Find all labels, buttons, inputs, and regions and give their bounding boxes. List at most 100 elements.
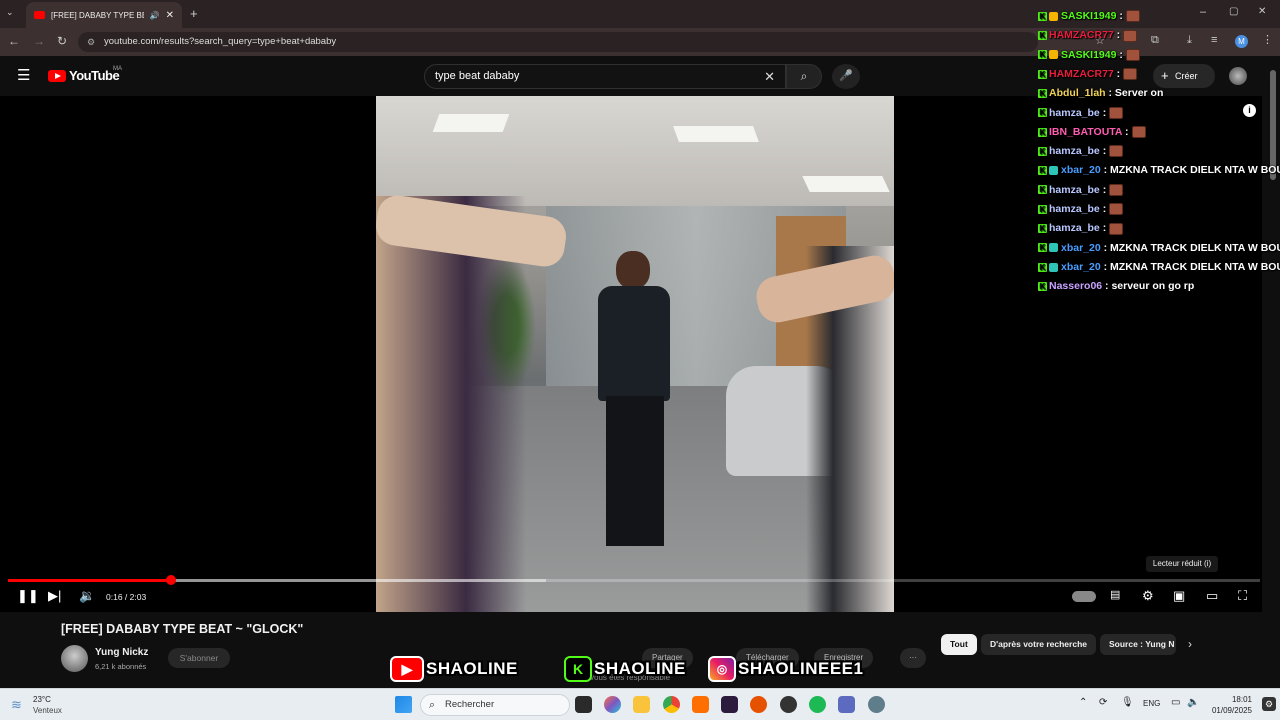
- chat-message: K HAMZACR77 :: [1038, 65, 1280, 83]
- search-button[interactable]: ⌕: [786, 64, 822, 89]
- next-video-icon[interactable]: ▶|: [48, 588, 61, 604]
- app-icon-a[interactable]: [692, 696, 709, 713]
- chat-username: Abdul_1lah: [1049, 87, 1106, 100]
- banner-kick-name: SHAOLINE: [594, 659, 686, 678]
- chat-text: :: [1122, 125, 1129, 138]
- banner-instagram-name: SHAOLINEEE1: [738, 659, 864, 678]
- chat-text: :: [1113, 67, 1121, 80]
- stream-social-banner: ▶ SHAOLINE K SHAOLINE ◎ SHAOLINEEE1: [386, 655, 894, 685]
- tab-close-icon[interactable]: ✕: [166, 10, 174, 21]
- hamburger-menu-icon[interactable]: ☰: [17, 66, 30, 84]
- firefox-icon[interactable]: [750, 696, 767, 713]
- subscriber-count: 6,21 k abonnés: [95, 662, 147, 671]
- voice-search-button[interactable]: 🎤: [832, 64, 860, 89]
- tab-search-icon[interactable]: ⌄: [6, 7, 14, 18]
- forward-icon[interactable]: →: [33, 34, 45, 48]
- channel-name[interactable]: Yung Nickz: [95, 647, 148, 658]
- kick-badge-icon: K: [1038, 108, 1047, 118]
- chrome-icon[interactable]: [663, 696, 680, 713]
- clock-date[interactable]: 01/09/2025: [1202, 706, 1252, 715]
- more-actions-button[interactable]: ···: [900, 648, 926, 668]
- subtitles-icon[interactable]: ▤: [1110, 588, 1120, 601]
- autoplay-toggle[interactable]: [1072, 591, 1096, 602]
- youtube-icon: ▶: [390, 656, 424, 682]
- tab-audio-icon[interactable]: 🔊: [150, 11, 160, 20]
- miniplayer-icon[interactable]: ▣: [1173, 588, 1185, 604]
- pause-icon[interactable]: ❚❚: [17, 588, 39, 604]
- chat-message: K Nassero06 : serveur on go rp: [1038, 277, 1280, 295]
- speaker-icon[interactable]: 🔈: [1187, 697, 1199, 708]
- banner-instagram: ◎ SHAOLINEEE1: [708, 655, 863, 683]
- task-view-icon[interactable]: [575, 696, 592, 713]
- video-frame[interactable]: [376, 96, 894, 612]
- region-code: MA: [113, 66, 122, 72]
- chip-from-search[interactable]: D'après votre recherche: [981, 634, 1096, 655]
- kick-badge-icon: K: [1038, 224, 1047, 234]
- chat-username: SASKI1949: [1061, 10, 1117, 22]
- theater-mode-icon[interactable]: ▭: [1206, 588, 1218, 604]
- chip-source[interactable]: Source : Yung N: [1100, 634, 1176, 655]
- copilot-icon[interactable]: [604, 696, 621, 713]
- chat-username: hamza_be: [1049, 203, 1100, 215]
- obs-icon[interactable]: [780, 696, 797, 713]
- windows-taskbar: ≋ 23°C Venteux ⌕ Rechercher ⌃ ⟳ 🎙 ENG ▭ …: [0, 688, 1280, 720]
- network-icon[interactable]: ▭: [1171, 697, 1180, 708]
- weather-wind-icon[interactable]: ≋: [11, 697, 22, 713]
- tray-sync-icon[interactable]: ⟳: [1099, 697, 1107, 708]
- kick-badge-icon: K: [1038, 69, 1047, 79]
- reload-icon[interactable]: ↻: [57, 34, 67, 48]
- ceiling-light: [432, 114, 510, 132]
- taskbar-search[interactable]: ⌕ Rechercher: [420, 694, 570, 716]
- chat-message: K SASKI1949 :: [1038, 46, 1280, 64]
- new-tab-icon[interactable]: +: [190, 6, 198, 21]
- fullscreen-icon[interactable]: ⛶: [1238, 588, 1247, 604]
- weather-desc[interactable]: Venteux: [33, 706, 62, 715]
- site-info-icon[interactable]: ⚙: [87, 32, 95, 52]
- subscribe-button[interactable]: S'abonner: [168, 648, 230, 668]
- spotify-icon[interactable]: [809, 696, 826, 713]
- kick-badge-icon: K: [1038, 146, 1047, 156]
- tray-chevron-icon[interactable]: ⌃: [1079, 697, 1087, 708]
- chat-emote-icon: [1109, 222, 1124, 235]
- premiere-icon[interactable]: [721, 696, 738, 713]
- url-field[interactable]: ⚙ youtube.com/results?search_query=type+…: [78, 32, 1038, 52]
- youtube-logo-icon[interactable]: [48, 70, 66, 82]
- chat-badge-icon: [1049, 243, 1058, 253]
- chat-emote-icon: [1109, 145, 1124, 158]
- back-icon[interactable]: ←: [8, 34, 20, 48]
- chat-text: :: [1099, 183, 1107, 196]
- tray-mic-icon[interactable]: 🎙: [1121, 697, 1134, 708]
- chat-message: K HAMZACR77 :: [1038, 26, 1280, 44]
- windows-start-icon[interactable]: [395, 696, 412, 713]
- chat-message: K IBN_BATOUTA :: [1038, 123, 1280, 141]
- chat-emote-icon: [1123, 68, 1138, 81]
- search-input[interactable]: type beat dababy ✕: [424, 64, 786, 89]
- chat-text: :: [1113, 29, 1121, 42]
- channel-avatar[interactable]: [61, 645, 88, 672]
- scene-dancer-body: [598, 286, 670, 401]
- file-explorer-icon[interactable]: [633, 696, 650, 713]
- language-indicator[interactable]: ENG: [1143, 699, 1160, 708]
- browser-tab[interactable]: [FREE] DABABY TYPE BEAT 🔊 ✕: [26, 2, 182, 28]
- chat-text: : serveur on go rp: [1102, 280, 1195, 293]
- search-icon: ⌕: [800, 69, 808, 83]
- chips-next-icon[interactable]: ›: [1188, 637, 1192, 651]
- weather-temp[interactable]: 23°C: [33, 695, 51, 704]
- chat-text: : MZKNA TRACK DIELK NTA W BOU: [1100, 164, 1280, 177]
- banner-youtube-name: SHAOLINE: [426, 659, 518, 678]
- kick-badge-icon: K: [1038, 127, 1047, 137]
- clear-search-icon[interactable]: ✕: [764, 65, 775, 88]
- chat-text: :: [1116, 48, 1123, 61]
- settings-icon[interactable]: [868, 696, 885, 713]
- youtube-logo-text[interactable]: YouTube: [69, 68, 120, 83]
- progress-played: [8, 579, 171, 582]
- progress-scrubber-handle[interactable]: [165, 575, 176, 585]
- volume-icon[interactable]: 🔉: [79, 588, 95, 604]
- settings-gear-icon[interactable]: ⚙: [1142, 588, 1154, 604]
- chip-all[interactable]: Tout: [941, 634, 977, 655]
- teams-icon[interactable]: [838, 696, 855, 713]
- chat-emote-icon: [1125, 10, 1140, 23]
- notification-icon[interactable]: ⚙: [1262, 697, 1276, 711]
- clock-time[interactable]: 18:01: [1212, 695, 1252, 704]
- chat-badge-icon: [1049, 262, 1058, 272]
